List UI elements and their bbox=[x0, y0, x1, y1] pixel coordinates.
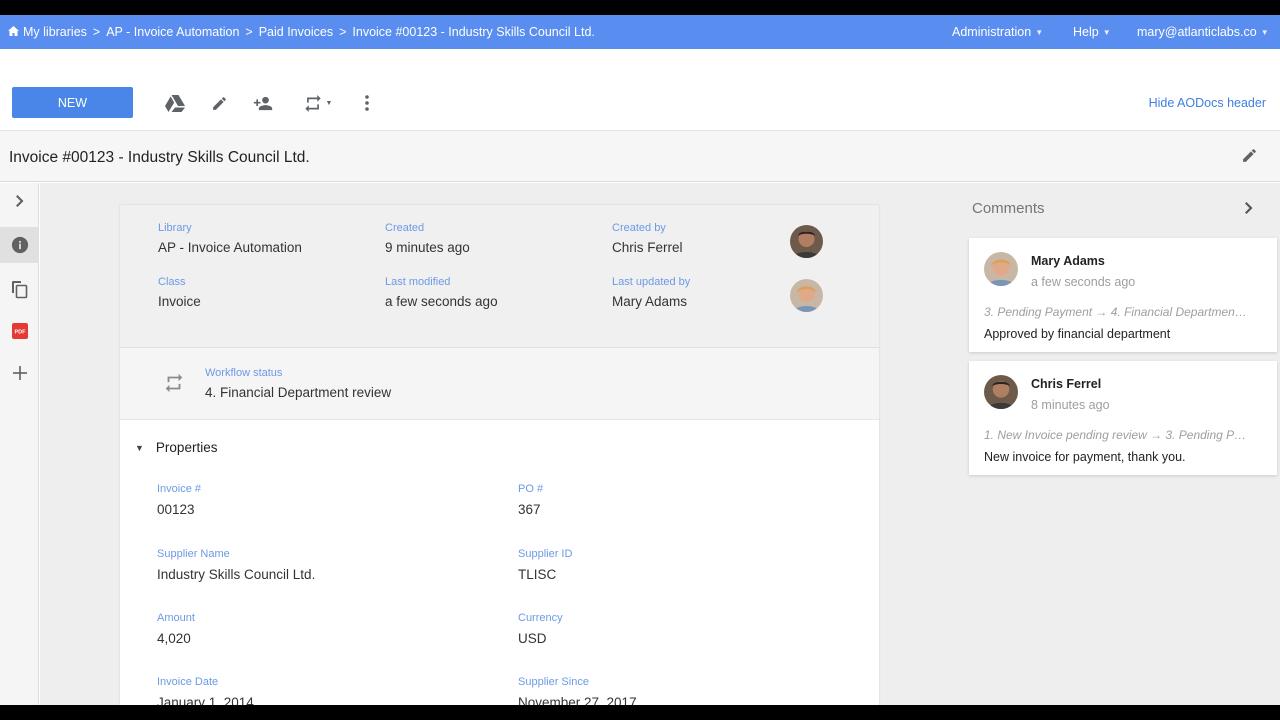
last-updated-by-value: Mary Adams bbox=[612, 294, 688, 309]
comment-time: a few seconds ago bbox=[1031, 275, 1136, 289]
administration-menu[interactable]: Administration ▼ bbox=[952, 25, 1043, 39]
main-content: Library AP - Invoice Automation Created … bbox=[40, 183, 1280, 705]
comment-text: Approved by financial department bbox=[984, 327, 1171, 341]
avatar bbox=[984, 252, 1018, 286]
properties-heading: Properties bbox=[155, 440, 218, 455]
workflow-status-value: 4. Financial Department review bbox=[205, 385, 392, 400]
pdf-icon[interactable]: PDF bbox=[0, 313, 39, 349]
document-title-bar: Invoice #00123 - Industry Skills Council… bbox=[0, 130, 1280, 182]
comment-author: Chris Ferrel bbox=[1031, 377, 1102, 391]
breadcrumb-folder[interactable]: Paid Invoices bbox=[259, 25, 333, 39]
document-metadata: Library AP - Invoice Automation Created … bbox=[120, 205, 879, 348]
supplier-name-label: Supplier Name bbox=[157, 548, 230, 560]
breadcrumb-library[interactable]: AP - Invoice Automation bbox=[106, 25, 239, 39]
class-label: Class bbox=[158, 276, 186, 288]
top-nav-bar: My libraries > AP - Invoice Automation >… bbox=[0, 15, 1280, 49]
more-vert-icon[interactable] bbox=[356, 94, 378, 112]
invoice-number-label: Invoice # bbox=[157, 483, 202, 495]
supplier-id-label: Supplier ID bbox=[518, 548, 573, 560]
comments-panel: Comments Mary Adams a few seconds ago 3.… bbox=[969, 183, 1280, 705]
created-by-value: Chris Ferrel bbox=[612, 240, 683, 255]
breadcrumb-separator: > bbox=[92, 25, 101, 39]
workflow-status-section: Workflow status 4. Financial Department … bbox=[120, 348, 879, 420]
comment-transition: 3. Pending Payment → 4. Financial Depart… bbox=[984, 305, 1250, 319]
amount-label: Amount bbox=[157, 612, 195, 624]
left-rail: PDF bbox=[0, 183, 39, 705]
google-drive-icon[interactable] bbox=[164, 94, 186, 112]
po-number-label: PO # bbox=[518, 483, 544, 495]
invoice-date-label: Invoice Date bbox=[157, 676, 219, 688]
avatar[interactable] bbox=[790, 225, 823, 258]
currency-label: Currency bbox=[518, 612, 563, 624]
app-window: My libraries > AP - Invoice Automation >… bbox=[0, 15, 1280, 705]
copy-icon[interactable] bbox=[0, 271, 39, 307]
supplier-since-value: November 27, 2017 bbox=[518, 695, 637, 705]
new-button[interactable]: NEW bbox=[12, 87, 133, 118]
workflow-icon[interactable]: ▼ bbox=[300, 94, 334, 112]
home-icon bbox=[8, 25, 19, 39]
class-value: Invoice bbox=[158, 294, 201, 309]
workflow-icon bbox=[163, 372, 185, 399]
comment-author: Mary Adams bbox=[1031, 254, 1105, 268]
caret-down-icon: ▼ bbox=[1260, 28, 1269, 38]
breadcrumb: My libraries > AP - Invoice Automation >… bbox=[8, 25, 595, 39]
avatar bbox=[984, 375, 1018, 409]
supplier-since-label: Supplier Since bbox=[518, 676, 589, 688]
help-label: Help bbox=[1073, 25, 1099, 39]
currency-value: USD bbox=[518, 631, 547, 646]
user-menu[interactable]: mary@atlanticlabs.co ▼ bbox=[1137, 25, 1269, 39]
breadcrumb-separator: > bbox=[339, 25, 347, 39]
share-person-icon[interactable] bbox=[252, 94, 274, 112]
edit-title-icon[interactable] bbox=[1241, 147, 1258, 169]
properties-section: ▼ Properties Invoice # 00123 PO # 367 Su… bbox=[120, 420, 879, 705]
comment-card[interactable]: Mary Adams a few seconds ago 3. Pending … bbox=[969, 238, 1277, 352]
document-toolbar: NEW ▼ Hide AODocs header bbox=[0, 49, 1280, 130]
add-icon[interactable] bbox=[0, 355, 39, 391]
info-icon[interactable] bbox=[0, 227, 39, 263]
comment-time: 8 minutes ago bbox=[1031, 398, 1110, 412]
breadcrumb-document: Invoice #00123 - Industry Skills Council… bbox=[352, 25, 595, 39]
caret-down-icon: ▼ bbox=[1035, 28, 1044, 38]
library-label: Library bbox=[158, 222, 192, 234]
expand-chevron-icon[interactable] bbox=[0, 183, 39, 219]
last-modified-label: Last modified bbox=[385, 276, 451, 288]
comment-card[interactable]: Chris Ferrel 8 minutes ago 1. New Invoic… bbox=[969, 361, 1277, 475]
comment-transition: 1. New Invoice pending review → 3. Pendi… bbox=[984, 428, 1250, 442]
amount-value: 4,020 bbox=[157, 631, 191, 646]
library-value: AP - Invoice Automation bbox=[158, 240, 302, 255]
user-email: mary@atlanticlabs.co bbox=[1137, 25, 1257, 39]
last-modified-value: a few seconds ago bbox=[385, 294, 498, 309]
collapse-triangle-icon: ▼ bbox=[135, 442, 144, 453]
invoice-number-value: 00123 bbox=[157, 502, 195, 517]
page-title: Invoice #00123 - Industry Skills Council… bbox=[9, 149, 310, 166]
edit-icon[interactable] bbox=[208, 94, 230, 112]
breadcrumb-my-libraries[interactable]: My libraries bbox=[23, 25, 87, 39]
help-menu[interactable]: Help ▼ bbox=[1073, 25, 1111, 39]
breadcrumb-separator: > bbox=[245, 25, 253, 39]
created-label: Created bbox=[385, 222, 425, 234]
caret-down-icon: ▼ bbox=[1102, 28, 1111, 38]
supplier-id-value: TLISC bbox=[518, 567, 557, 582]
comments-title: Comments bbox=[972, 200, 1045, 217]
created-value: 9 minutes ago bbox=[385, 240, 470, 255]
po-number-value: 367 bbox=[518, 502, 541, 517]
comment-text: New invoice for payment, thank you. bbox=[984, 450, 1186, 464]
supplier-name-value: Industry Skills Council Ltd. bbox=[157, 567, 316, 582]
last-updated-by-label: Last updated by bbox=[612, 276, 691, 288]
workflow-status-label: Workflow status bbox=[205, 367, 283, 379]
avatar[interactable] bbox=[790, 279, 823, 312]
created-by-label: Created by bbox=[612, 222, 666, 234]
hide-header-link[interactable]: Hide AODocs header bbox=[1149, 96, 1266, 110]
caret-down-icon: ▼ bbox=[325, 99, 333, 107]
invoice-date-value: January 1, 2014 bbox=[157, 695, 254, 705]
svg-text:PDF: PDF bbox=[14, 330, 26, 336]
properties-toggle[interactable]: ▼ Properties bbox=[135, 440, 217, 455]
document-card: Library AP - Invoice Automation Created … bbox=[120, 205, 879, 705]
administration-label: Administration bbox=[952, 25, 1032, 39]
collapse-comments-chevron-icon[interactable] bbox=[1245, 201, 1253, 219]
